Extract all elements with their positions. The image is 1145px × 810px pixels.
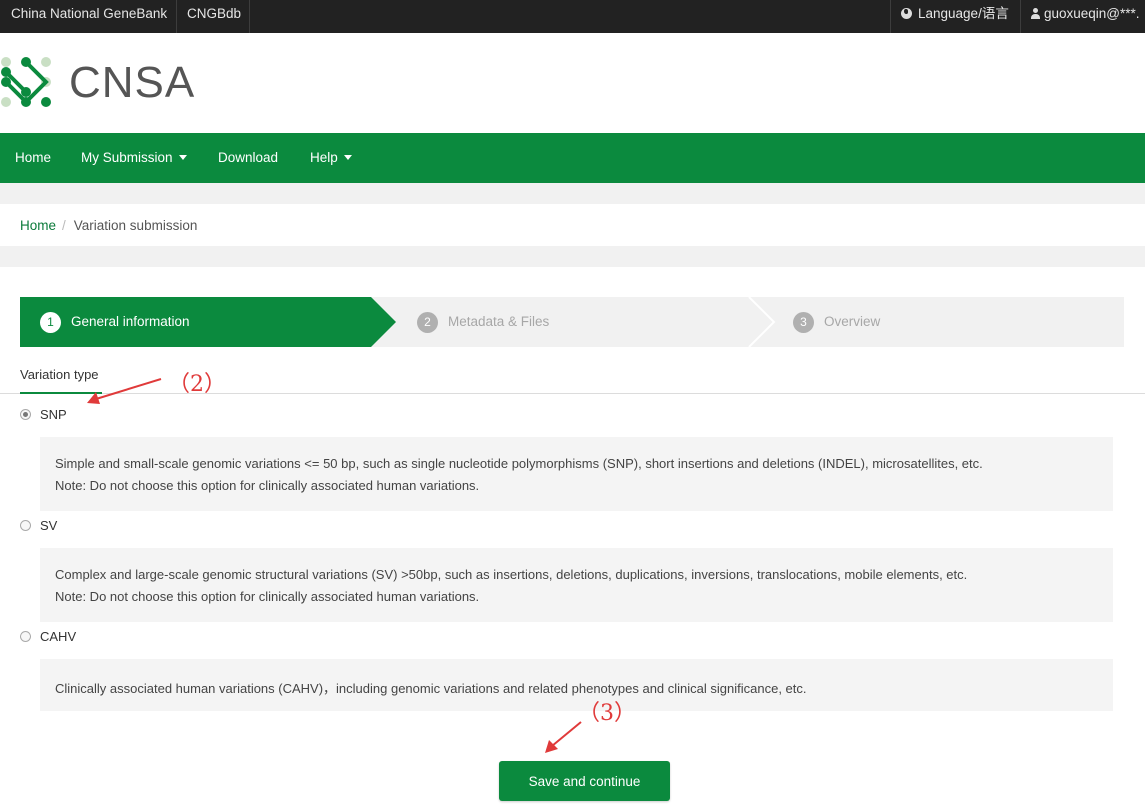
annotation-arrow-icon <box>87 378 582 753</box>
